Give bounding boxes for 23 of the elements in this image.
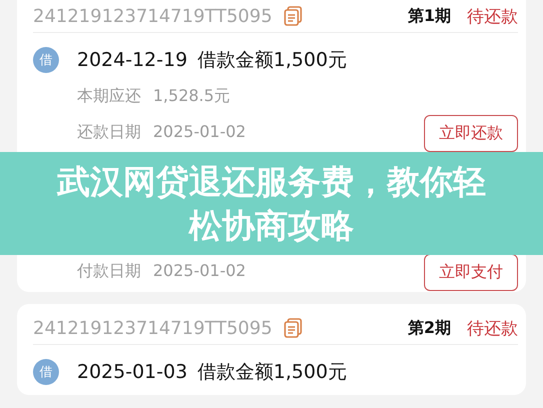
loan-title: 借款金额1,500元 [197, 360, 347, 385]
status-label: 待还款 [467, 6, 518, 28]
copy-icon[interactable] [284, 318, 302, 338]
order-number: 241219123714719TT5095 [33, 318, 272, 338]
due-label: 本期应还 [77, 86, 141, 107]
badge-icon: 借 [33, 47, 59, 73]
due-value: 1,528.5元 [153, 86, 230, 107]
banner-title: 武汉网贷退还服务费，教你轻松协商攻略 [56, 160, 487, 246]
loan-date: 2025-01-03 [77, 361, 188, 383]
pay-button[interactable]: 立即还款 [424, 115, 518, 152]
loan-date: 2024-12-19 [77, 49, 188, 71]
date-label: 还款日期 [77, 122, 141, 143]
loan-title: 借款金额1,500元 [197, 48, 347, 73]
order-number: 241219123714719TT5095 [33, 6, 272, 26]
date-label: 付款日期 [77, 261, 141, 282]
period-label: 第2期 [408, 318, 451, 338]
date-value: 2025-01-02 [153, 261, 246, 282]
pay-button[interactable]: 立即支付 [424, 254, 518, 291]
status-label: 待还款 [467, 318, 518, 340]
copy-icon[interactable] [284, 6, 302, 26]
date-value: 2025-01-02 [153, 122, 246, 143]
badge-icon: 借 [33, 359, 59, 385]
period-label: 第1期 [408, 6, 451, 26]
